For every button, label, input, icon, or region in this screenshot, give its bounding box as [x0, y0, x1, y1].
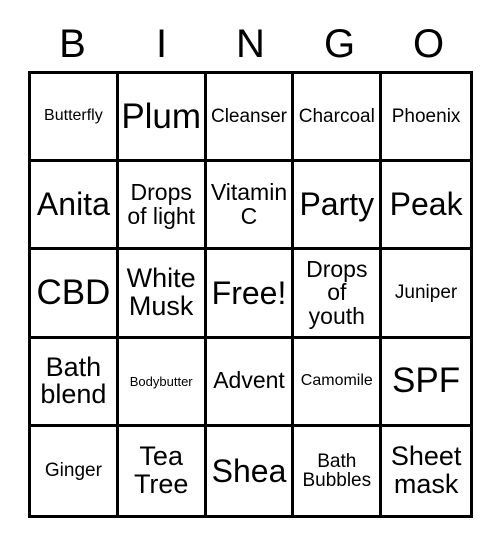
bingo-cell-label: SPF [392, 361, 461, 401]
bingo-cell-label: Vitamin C [210, 179, 288, 229]
bingo-cell[interactable]: Tea Tree [119, 426, 207, 515]
bingo-cell[interactable]: Bath blend [31, 338, 119, 427]
bingo-cell[interactable]: Bath Bubbles [294, 426, 383, 515]
bingo-cell[interactable]: Plum [118, 74, 207, 163]
bingo-cell-label: Drops of youth [306, 255, 368, 329]
bingo-cell[interactable]: Party [294, 162, 383, 251]
bingo-cell-label: Party [299, 186, 375, 223]
bingo-cell[interactable]: Peak [382, 162, 470, 251]
bingo-cell[interactable]: Phoenix [382, 74, 470, 163]
bingo-cell-label: Advent [213, 367, 285, 394]
header-letter-b: B [59, 22, 86, 66]
bingo-grid: Butterfly Plum Cleanser Charcoal Phoenix Anit… [28, 71, 473, 518]
bingo-cell[interactable]: Shea [207, 426, 295, 515]
header-letter-g: G [323, 22, 356, 66]
bingo-cell-label: Ginger [44, 460, 102, 482]
bingo-cell-label: Free! [211, 274, 287, 311]
bingo-cell[interactable]: CBD [31, 250, 119, 339]
bingo-cell-label: Plum [121, 96, 202, 136]
bingo-cell[interactable]: SPF [382, 339, 470, 427]
bingo-cell[interactable]: Ginger [31, 426, 119, 515]
bingo-cell[interactable]: Camomile [294, 338, 383, 427]
bingo-cell-label: Anita [36, 186, 110, 223]
bingo-cell-label: Bath Bubbles [302, 450, 372, 491]
bingo-cell-label: Tea Tree [133, 441, 189, 499]
bingo-cell[interactable]: Bodybutter [118, 338, 207, 427]
header-letter-i: I [155, 22, 168, 66]
bingo-cell-label: Camomile [300, 372, 373, 390]
bingo-cell-label: Drops of light [127, 179, 196, 229]
header-letter-n: N [236, 22, 265, 66]
bingo-cell[interactable]: Drops of youth [294, 250, 383, 339]
bingo-cell-label: White Musk [126, 263, 196, 321]
bingo-cell-free[interactable]: Free! [206, 250, 295, 339]
bingo-cell-label: Bath blend [40, 351, 107, 410]
bingo-cell-label: Cleanser [210, 105, 288, 127]
bingo-cell-label: Bodybutter [129, 373, 193, 389]
bingo-cell[interactable]: Butterfly [31, 74, 119, 163]
bingo-cell-label: Shea [211, 452, 287, 489]
bingo-cell-label: Sheet mask [390, 441, 462, 499]
bingo-cell[interactable]: Vitamin C [206, 162, 295, 251]
bingo-cell-label: Juniper [394, 282, 458, 304]
bingo-cell[interactable]: Sheet mask [382, 427, 470, 515]
bingo-cell[interactable]: White Musk [118, 250, 207, 339]
bingo-cell-label: CBD [36, 273, 111, 313]
bingo-cell[interactable]: Drops of light [118, 162, 207, 251]
bingo-cell-label: Butterfly [44, 107, 103, 125]
bingo-cell[interactable]: Charcoal [294, 74, 383, 163]
bingo-cell-label: Peak [389, 186, 463, 223]
bingo-cell[interactable]: Advent [206, 338, 295, 427]
bingo-header: B I N G O [28, 18, 473, 70]
bingo-cell-label: Charcoal [298, 105, 375, 127]
header-letter-o: O [412, 22, 445, 66]
bingo-cell[interactable]: Juniper [382, 250, 470, 339]
bingo-cell[interactable]: Anita [31, 162, 119, 251]
bingo-cell[interactable]: Cleanser [206, 74, 295, 163]
bingo-card: B I N G O Butterfly Plum Cleanser Charcoal P… [0, 0, 501, 544]
bingo-cell-label: Phoenix [391, 105, 461, 127]
